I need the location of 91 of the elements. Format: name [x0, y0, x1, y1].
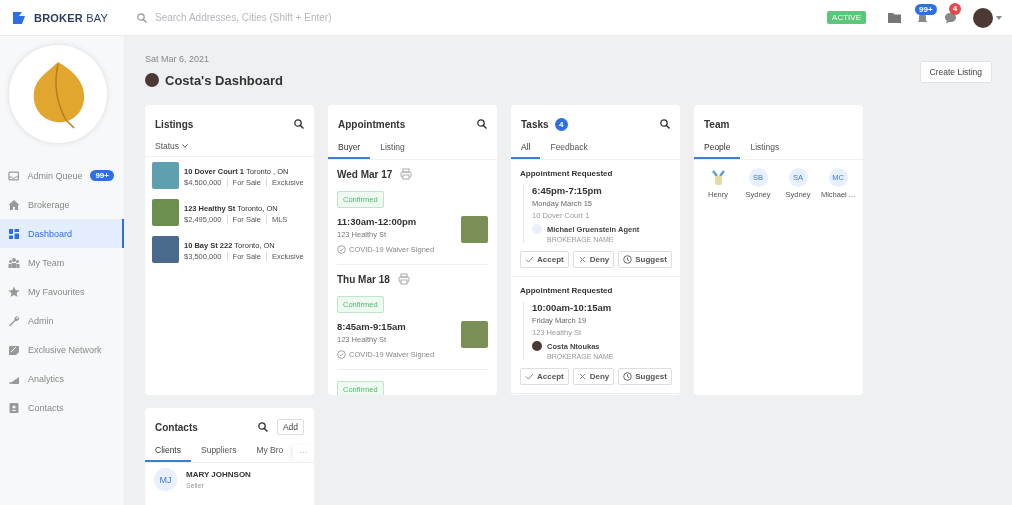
- photo-placeholder: [152, 236, 179, 263]
- sidebar-item[interactable]: Brokerage: [0, 190, 124, 219]
- tab[interactable]: My Bro: [246, 442, 294, 462]
- logo-icon: [12, 10, 28, 25]
- count-badge: 99+: [90, 170, 114, 181]
- tab[interactable]: Feedback: [540, 139, 598, 159]
- people-icon: [8, 256, 20, 269]
- appointment-time: 11:30am-12:00pm: [337, 216, 418, 227]
- chevron-down-icon[interactable]: [182, 144, 189, 148]
- dashboard-icon: [8, 227, 20, 240]
- check-circle-icon: [337, 245, 346, 254]
- notification-count: 99+: [915, 3, 937, 15]
- check-icon: [525, 372, 534, 381]
- search-icon[interactable]: [257, 422, 268, 432]
- action-button[interactable]: Deny: [572, 251, 615, 268]
- task-time: 10:00am-10:15am: [532, 302, 613, 313]
- action-button[interactable]: Accept: [520, 251, 569, 268]
- tab[interactable]: Listing: [370, 139, 415, 159]
- photo-placeholder: [152, 162, 179, 189]
- status-filter[interactable]: Status: [155, 141, 180, 151]
- star-icon: [8, 285, 20, 298]
- card-title: Contacts: [155, 421, 198, 433]
- sidebar-item[interactable]: Analytics: [0, 364, 124, 393]
- date-text: Sat Mar 6, 2021: [145, 54, 211, 66]
- page-title: Costa's Dashboard: [165, 72, 283, 88]
- action-button[interactable]: Suggest: [618, 368, 672, 385]
- user-avatar[interactable]: [973, 7, 993, 28]
- check-circle-icon: [337, 350, 346, 359]
- sidebar-item-label: Contacts: [28, 402, 65, 413]
- check-icon: [525, 255, 534, 264]
- task-time: 6:45pm-7:15pm: [532, 185, 603, 196]
- contact-card-icon: [8, 401, 20, 414]
- logo-text: BROKER BAY: [34, 11, 108, 24]
- house-icon: [8, 198, 20, 211]
- avatar: [532, 341, 542, 351]
- clock-icon: [623, 372, 633, 381]
- caret-icon[interactable]: [996, 15, 1002, 20]
- wrench-icon: [8, 314, 20, 327]
- action-button[interactable]: Accept: [520, 368, 569, 385]
- day-heading: Wed Mar 17: [337, 168, 393, 180]
- sidebar-item[interactable]: Contacts: [0, 393, 124, 422]
- appointment-time: 8:45am-9:15am: [337, 321, 407, 332]
- add-button[interactable]: Add: [276, 419, 304, 435]
- photo-placeholder: [461, 216, 488, 243]
- sidebar-item-label: Dashboard: [28, 228, 74, 239]
- tab[interactable]: Clients: [145, 442, 191, 462]
- sidebar-item[interactable]: My Team: [0, 248, 124, 277]
- clock-icon: [623, 255, 633, 264]
- search-icon[interactable]: [294, 119, 304, 129]
- card-title: Appointments: [338, 118, 406, 130]
- action-button[interactable]: Suggest: [618, 251, 672, 268]
- sidebar-item-label: Admin Queue: [27, 170, 83, 181]
- create-listing-button[interactable]: Create Listing: [919, 61, 992, 83]
- search-icon[interactable]: [477, 119, 487, 129]
- photo-placeholder: [152, 199, 179, 226]
- inbox-icon: [8, 169, 20, 182]
- tab[interactable]: Buyer: [328, 139, 371, 159]
- sidebar-item[interactable]: Exclusive Network: [0, 335, 124, 364]
- tab[interactable]: All: [511, 139, 541, 159]
- task-heading: Appointment Requested: [520, 169, 614, 178]
- count-badge: 4: [554, 117, 568, 131]
- tab[interactable]: Suppliers: [191, 442, 247, 462]
- sidebar-item[interactable]: Admin Queue 99+: [0, 161, 124, 190]
- contact-name: MARY JOHNSON: [186, 470, 251, 479]
- message-count: 4: [949, 2, 961, 15]
- tab[interactable]: People: [694, 139, 741, 159]
- card-title: Listings: [155, 118, 194, 130]
- sidebar-item-label: Brokerage: [28, 199, 71, 210]
- close-icon: [577, 372, 587, 381]
- status-badge: ACTIVE: [827, 11, 866, 24]
- initials-avatar: MJ: [154, 468, 177, 491]
- action-button[interactable]: Deny: [572, 368, 615, 385]
- tab[interactable]: Listings: [740, 139, 790, 159]
- sidebar-item-label: My Favourites: [28, 286, 86, 297]
- user-avatar: [145, 73, 159, 87]
- task-heading: Appointment Requested: [520, 286, 614, 295]
- folder-icon[interactable]: [888, 12, 901, 23]
- sidebar-item[interactable]: Dashboard: [0, 219, 124, 248]
- sidebar-item-label: Analytics: [28, 373, 65, 384]
- photo-placeholder: [461, 321, 488, 348]
- card-title: Team: [704, 118, 730, 130]
- sidebar-item[interactable]: My Favourites: [0, 277, 124, 306]
- search-icon[interactable]: [660, 119, 670, 129]
- sidebar-item-label: My Team: [28, 257, 66, 268]
- day-heading: Thu Mar 18: [337, 273, 390, 285]
- close-icon: [577, 255, 587, 264]
- sidebar-item-label: Admin: [28, 315, 55, 326]
- sidebar-item[interactable]: Admin: [0, 306, 124, 335]
- card-title: Tasks: [521, 118, 549, 130]
- chat-icon[interactable]: [944, 11, 957, 24]
- sidebar-item-label: Exclusive Network: [28, 344, 103, 355]
